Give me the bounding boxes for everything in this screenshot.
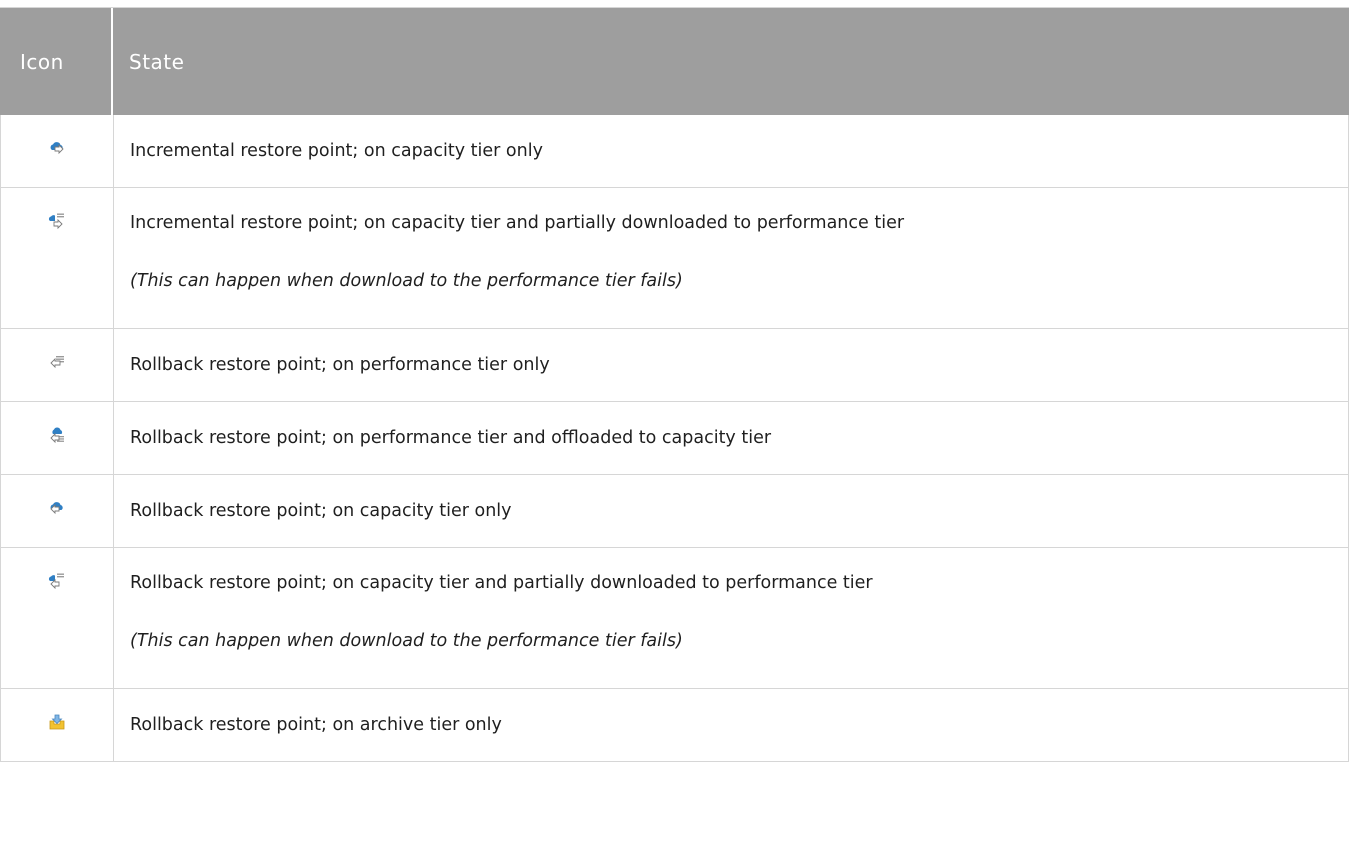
cloud-incremental-icon	[48, 139, 66, 187]
row-state-text: Rollback restore point; on capacity tier…	[130, 573, 873, 593]
cloud-rollback-partial-icon	[48, 572, 66, 688]
restore-point-states-table: Icon State Incremental restore point; on…	[0, 7, 1349, 762]
table-row: Rollback restore point; on performance t…	[0, 402, 1349, 475]
archive-rollback-icon	[48, 713, 66, 761]
cloud-incremental-partial-icon	[48, 212, 66, 328]
table-row: Incremental restore point; on capacity t…	[0, 188, 1349, 329]
table-row: Rollback restore point; on capacity tier…	[0, 475, 1349, 548]
table-header: Icon State	[0, 8, 1349, 115]
row-state-text: Incremental restore point; on capacity t…	[130, 213, 905, 233]
header-state-column: State	[129, 49, 185, 74]
table-row: Rollback restore point; on capacity tier…	[0, 548, 1349, 689]
row-state-text: Incremental restore point; on capacity t…	[130, 141, 543, 161]
table-row: Rollback restore point; on performance t…	[0, 329, 1349, 402]
cloud-rollback-icon	[48, 499, 66, 547]
table-row: Rollback restore point; on archive tier …	[0, 689, 1349, 762]
row-state-text: Rollback restore point; on capacity tier…	[130, 501, 512, 521]
table-row: Incremental restore point; on capacity t…	[0, 115, 1349, 188]
row-state-text: Rollback restore point; on performance t…	[130, 428, 772, 448]
header-icon-column: Icon	[0, 8, 113, 115]
row-state-note: (This can happen when download to the pe…	[130, 631, 683, 651]
row-state-text: Rollback restore point; on archive tier …	[130, 715, 502, 735]
row-state-text: Rollback restore point; on performance t…	[130, 355, 550, 375]
row-state-note: (This can happen when download to the pe…	[130, 271, 683, 291]
rollback-offloaded-icon	[48, 426, 66, 474]
rollback-icon	[48, 353, 66, 401]
